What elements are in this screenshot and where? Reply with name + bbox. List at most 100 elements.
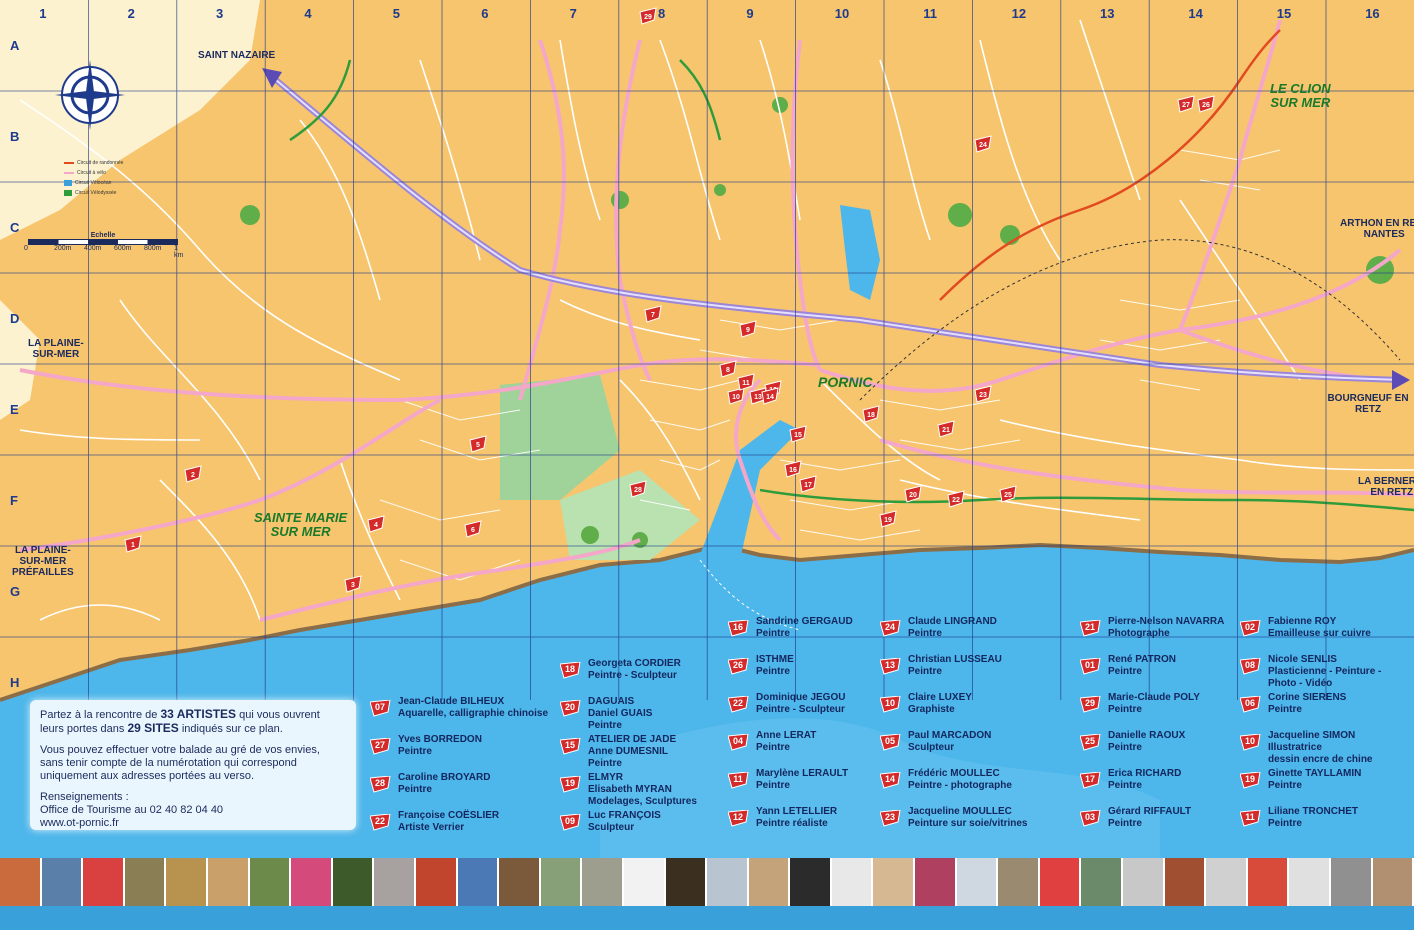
- svg-text:2: 2: [191, 472, 195, 479]
- artist-discipline: Daniel GUAIS Peintre: [588, 708, 653, 731]
- artist-discipline: Emailleuse sur cuivre: [1268, 628, 1371, 639]
- artist-number: 06: [1244, 698, 1255, 708]
- place-saint-nazaire: SAINT NAZAIRE: [198, 50, 276, 61]
- svg-text:22: 22: [952, 497, 960, 504]
- artist-number: 15: [564, 740, 575, 750]
- svg-text:28: 28: [634, 487, 642, 494]
- artist-entry: Luc FRANÇOIS Sculpteur: [588, 810, 661, 834]
- artist-number: 07: [374, 702, 385, 712]
- scale-tick: 400m: [84, 245, 102, 252]
- artist-entry: Erica RICHARD Peintre: [1108, 768, 1181, 792]
- map-legend: Circuit de randonnée Circuit à vélo Circ…: [64, 160, 154, 200]
- artist-marker-flag: 04: [727, 733, 749, 751]
- artist-marker-flag: 07: [369, 699, 391, 717]
- artist-entry: Marie-Claude POLY Peintre: [1108, 692, 1200, 716]
- bottom-bar: [0, 906, 1414, 930]
- artist-entry: ATELIER DE JADE Anne DUMESNIL Peintre: [588, 734, 676, 770]
- artist-marker-flag: 25: [1079, 733, 1101, 751]
- artist-name: DAGUAIS: [588, 696, 635, 707]
- grid-row-label: H: [10, 674, 20, 690]
- svg-text:10: 10: [732, 394, 740, 401]
- artist-marker-flag: 11: [727, 771, 749, 789]
- town-sainte-marie: SAINTE MARIE SUR MER: [254, 510, 348, 539]
- artist-number: 25: [1084, 736, 1095, 746]
- artist-number: 02: [1244, 622, 1255, 632]
- info-intro: Partez à la rencontre de 33 ARTISTES qui…: [40, 707, 320, 736]
- scale-tick: 800m: [144, 245, 162, 252]
- artist-discipline: Elisabeth MYRAN Modelages, Sculptures: [588, 784, 697, 807]
- artist-discipline: Sculpteur: [908, 742, 955, 753]
- artist-discipline: Aquarelle, calligraphie chinoise: [398, 708, 549, 719]
- info-contact: Renseignements : Office de Tourisme au 0…: [40, 791, 346, 830]
- artist-number: 22: [732, 698, 743, 708]
- artist-entry: René PATRON Peintre: [1108, 654, 1176, 678]
- svg-text:27: 27: [1182, 102, 1190, 109]
- artist-marker-flag: 14: [879, 771, 901, 789]
- artist-marker-flag: 10: [879, 695, 901, 713]
- artist-name: Yann LETELLIER: [756, 806, 838, 817]
- svg-text:4: 4: [374, 522, 378, 529]
- artist-entry: Christian LUSSEAU Peintre: [908, 654, 1002, 678]
- artist-entry: Yves BORREDON Peintre: [398, 734, 482, 758]
- artist-marker-flag: 19: [559, 775, 581, 793]
- place-arthon: ARTHON EN RETZ NANTES: [1340, 218, 1414, 240]
- artist-discipline: Peintre - photographe: [908, 780, 1012, 791]
- legend-item: Circuit à vélo: [64, 170, 154, 176]
- artist-name: Sandrine GERGAUD: [756, 616, 853, 627]
- artist-name: Ginette TAYLLAMIN: [1268, 768, 1362, 779]
- artist-number: 13: [884, 660, 895, 670]
- scale-ticks: 0 200m 400m 600m 800m 1 km: [24, 245, 183, 259]
- grid-column-label: 2: [127, 6, 135, 21]
- svg-text:5: 5: [476, 442, 480, 449]
- artist-marker-flag: 17: [1079, 771, 1101, 789]
- artist-entry: Georgeta CORDIER Peintre - Sculpteur: [588, 658, 681, 682]
- artist-entry: ELMYR Elisabeth MYRAN Modelages, Sculptur…: [588, 772, 697, 808]
- grid-row-label: B: [10, 128, 20, 144]
- svg-text:23: 23: [979, 392, 987, 399]
- grid-column-label: 7: [569, 6, 577, 21]
- artist-number: 10: [884, 698, 895, 708]
- artist-entry: Danielle RAOUX Peintre: [1108, 730, 1185, 754]
- artist-name: René PATRON: [1108, 654, 1176, 665]
- grid-row-label: E: [10, 401, 19, 417]
- place-la-plaine-prefailles: LA PLAINE- SUR-MER PRÉFAILLES: [12, 545, 74, 578]
- artist-name: ATELIER DE JADE: [588, 734, 677, 745]
- grid-row-label: G: [10, 583, 21, 599]
- artist-number: 21: [1084, 622, 1095, 632]
- artist-marker-flag: 01: [1079, 657, 1101, 675]
- artist-marker-flag: 21: [1079, 619, 1101, 637]
- artist-marker-flag: 28: [369, 775, 391, 793]
- artist-entry: Fabienne ROY Emailleuse sur cuivre: [1268, 616, 1371, 640]
- svg-text:20: 20: [909, 492, 917, 499]
- artist-marker-flag: 22: [727, 695, 749, 713]
- artist-name: Jacqueline MOULLEC: [908, 806, 1012, 817]
- artist-name: Marie-Claude POLY: [1108, 692, 1200, 703]
- artist-marker-flag: 13: [879, 657, 901, 675]
- artist-discipline: Sculpteur: [588, 822, 635, 833]
- artist-marker-flag: 12: [727, 809, 749, 827]
- artist-entry: DAGUAIS Daniel GUAIS Peintre: [588, 696, 652, 732]
- artist-discipline: Plasticienne - Peinture - Photo - Vidéo: [1268, 666, 1382, 689]
- website-link[interactable]: www.ot-pornic.fr: [40, 817, 346, 830]
- artist-name: Jacqueline SIMON: [1268, 730, 1356, 741]
- svg-text:26: 26: [1202, 102, 1210, 109]
- place-la-plaine: LA PLAINE- SUR-MER: [28, 338, 84, 360]
- artist-discipline: Peintre: [1108, 704, 1142, 715]
- svg-text:29: 29: [644, 14, 652, 21]
- artist-number: 09: [564, 816, 575, 826]
- artist-number: 05: [884, 736, 895, 746]
- artist-name: Claire LUXEY: [908, 692, 972, 703]
- artist-entry: Sandrine GERGAUD Peintre: [756, 616, 853, 640]
- artist-name: Frédéric MOULLEC: [908, 768, 1000, 779]
- legend-item: Circuit de randonnée: [64, 160, 154, 166]
- artist-discipline: Peintre: [1108, 666, 1142, 677]
- artist-marker-flag: 24: [879, 619, 901, 637]
- artist-entry: Dominique JEGOU Peintre - Sculpteur: [756, 692, 845, 716]
- artist-entry: Corine SIERENS Peintre: [1268, 692, 1346, 716]
- scale-title: Echelle: [90, 232, 116, 239]
- grid-column-label: 9: [746, 6, 754, 21]
- artist-entry: Paul MARCADON Sculpteur: [908, 730, 991, 754]
- artist-marker-flag: 23: [879, 809, 901, 827]
- artist-number: 20: [564, 702, 575, 712]
- artist-name: Erica RICHARD: [1108, 768, 1182, 779]
